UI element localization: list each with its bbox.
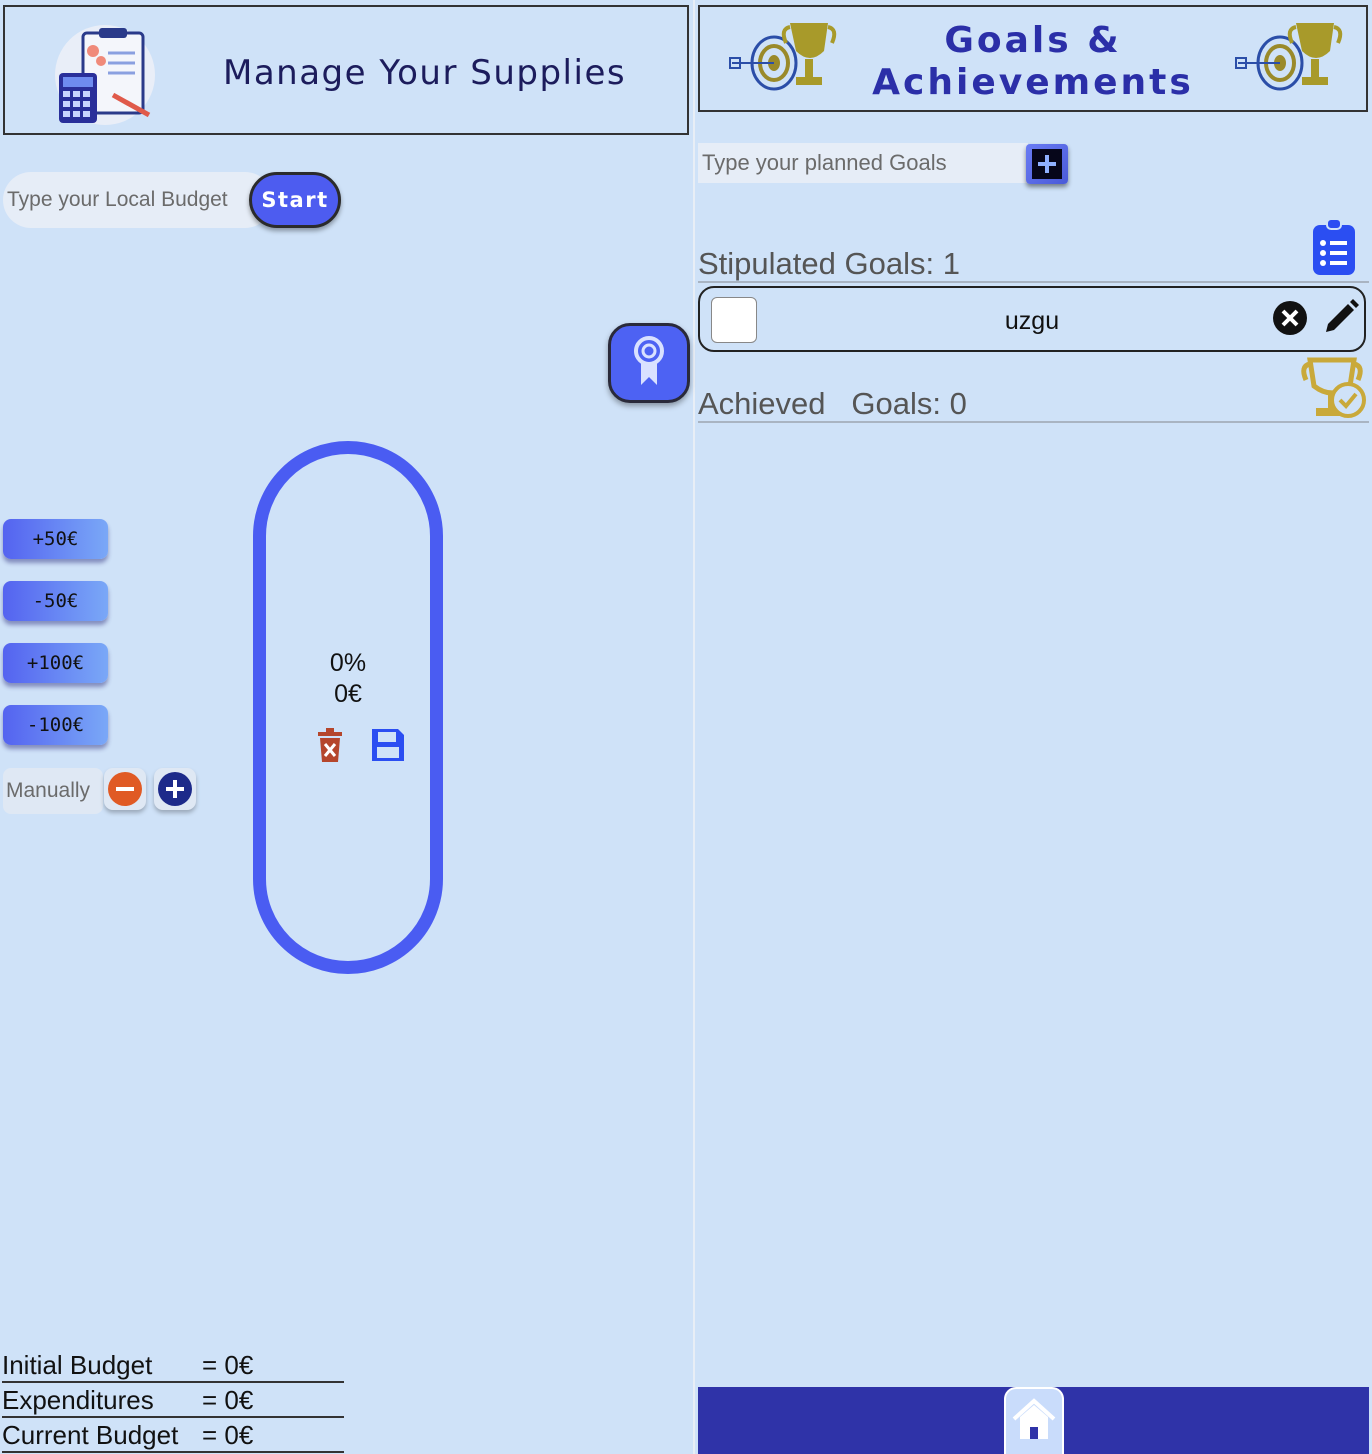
clipboard-list-icon: [1313, 219, 1355, 275]
jar-percent: 0%: [329, 649, 367, 677]
start-button[interactable]: Start: [249, 172, 341, 228]
home-button[interactable]: [1004, 1387, 1064, 1454]
initial-budget-value: = 0€: [202, 1350, 254, 1380]
manual-subtract-button[interactable]: [104, 768, 146, 810]
budget-summary: Initial Budget = 0€ Expenditures = 0€ Cu…: [2, 1348, 344, 1453]
initial-budget-label: Initial Budget: [2, 1350, 153, 1380]
achieved-divider: [698, 421, 1369, 423]
stipulated-goals-label: Stipulated Goals: 1: [698, 246, 960, 281]
supplies-header: Manage Your Supplies: [3, 5, 689, 135]
goal-text: uzgu: [1004, 307, 1060, 335]
award-ribbon-icon: [634, 336, 664, 385]
add-100-button[interactable]: +100€: [3, 643, 108, 683]
award-button[interactable]: [608, 323, 690, 403]
goal-input[interactable]: [698, 143, 1028, 183]
calculator-clipboard-icon: [55, 25, 155, 125]
save-button[interactable]: [370, 727, 406, 765]
pencil-icon[interactable]: [1322, 298, 1360, 336]
delete-button[interactable]: [312, 727, 348, 765]
close-icon[interactable]: [1272, 300, 1308, 336]
subtract-100-button[interactable]: -100€: [3, 705, 108, 745]
summary-row-initial: Initial Budget = 0€: [2, 1348, 344, 1383]
app-root: Manage Your Supplies Start +50€ -50€ +10…: [0, 0, 1372, 1454]
goals-header: Goals & Achievements: [698, 5, 1368, 112]
trophy-check-icon: [1301, 357, 1366, 418]
home-icon: [1012, 1398, 1056, 1439]
manual-amount-input[interactable]: [3, 768, 103, 814]
stipulated-divider: [698, 281, 1369, 283]
budget-input[interactable]: [3, 172, 273, 228]
expenditures-value: = 0€: [202, 1385, 254, 1415]
plus-circle-icon: [158, 772, 192, 806]
add-50-button[interactable]: +50€: [3, 519, 108, 559]
plus-square-icon: [1032, 149, 1062, 179]
trash-icon: [318, 728, 342, 762]
supplies-title: Manage Your Supplies: [223, 53, 627, 93]
expenditures-label: Expenditures: [2, 1385, 154, 1415]
summary-row-current: Current Budget = 0€: [2, 1418, 344, 1453]
footer-bar: [698, 1387, 1369, 1454]
current-budget-value: = 0€: [202, 1420, 254, 1450]
achieved-goals-label: Achieved Goals: 0: [698, 386, 967, 421]
supplies-panel: Manage Your Supplies Start +50€ -50€ +10…: [0, 0, 695, 1454]
subtract-50-button[interactable]: -50€: [3, 581, 108, 621]
summary-row-expenditures: Expenditures = 0€: [2, 1383, 344, 1418]
goal-item: uzgu: [698, 286, 1366, 352]
add-goal-button[interactable]: [1026, 144, 1068, 184]
goals-panel: Goals & Achievements St: [697, 0, 1372, 1454]
manual-add-button[interactable]: [154, 768, 196, 810]
jar-amount: 0€: [334, 680, 362, 708]
current-budget-label: Current Budget: [2, 1420, 179, 1450]
trophy-target-icon: [1235, 23, 1343, 91]
budget-jar: 0% 0€: [253, 441, 443, 974]
minus-circle-icon: [108, 772, 142, 806]
floppy-save-icon: [372, 729, 404, 761]
